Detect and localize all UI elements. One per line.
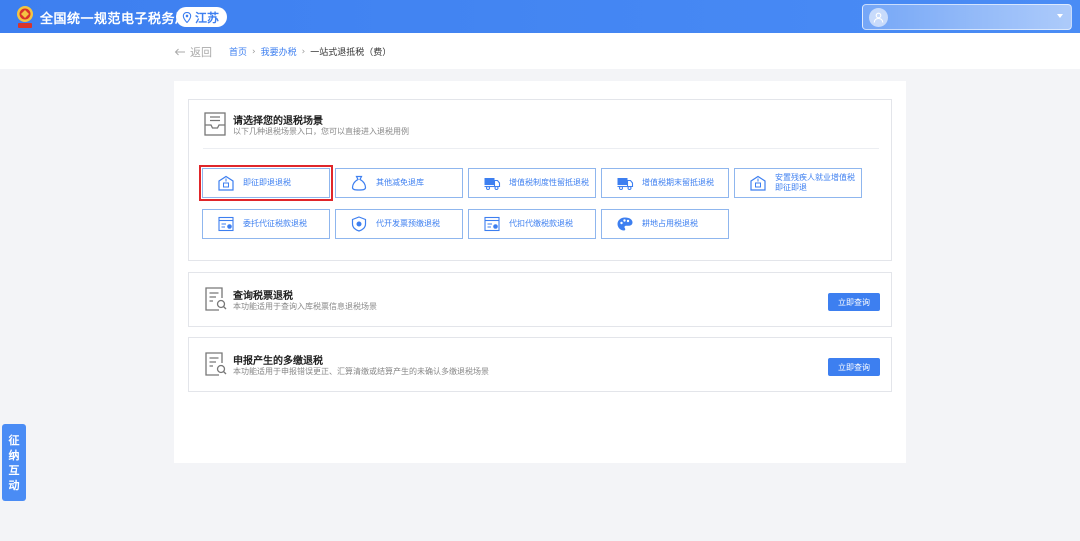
top-header: 全国统一规范电子税务局 江苏	[0, 0, 1080, 33]
region-label: 江苏	[195, 10, 220, 25]
declare-query-button[interactable]: 立即查询	[828, 358, 880, 376]
bill-icon	[218, 216, 234, 232]
scenario-card-title: 请选择您的退税场景	[233, 116, 323, 127]
user-menu[interactable]	[862, 4, 1072, 30]
declare-card-title: 申报产生的多缴退税	[233, 356, 323, 367]
declare-overpayment-card: 申报产生的多缴退税 本功能适用于申报错误更正、汇算清缴或结算产生的未确认多缴退税…	[188, 337, 892, 392]
scenario-invoice-prepayment[interactable]: 代开发票预缴退税	[335, 209, 463, 239]
scenario-card: 请选择您的退税场景 以下几种退税场景入口，您可以直接进入退税用例 即征即退退税 …	[188, 99, 892, 261]
scenario-label: 委托代征税款退税	[243, 219, 307, 228]
palette-icon	[617, 217, 633, 231]
money-bag-icon	[351, 175, 367, 191]
scenario-immediate-refund[interactable]: 即征即退退税	[199, 165, 333, 201]
avatar	[869, 8, 888, 27]
breadcrumb-bar: 返回 首页 › 我要办税 › 一站式退抵税（费）	[0, 33, 1080, 69]
shield-icon	[351, 216, 367, 232]
divider	[203, 148, 879, 149]
side-tab-char: 征	[8, 433, 20, 447]
back-label: 返回	[190, 46, 212, 59]
side-tab-char: 互	[8, 463, 20, 477]
scenario-label: 耕地占用税退税	[642, 219, 698, 228]
main-panel: 请选择您的退税场景 以下几种退税场景入口，您可以直接进入退税用例 即征即退退税 …	[174, 81, 906, 463]
breadcrumb: 首页 › 我要办税 › 一站式退抵税（费）	[229, 45, 392, 59]
back-button[interactable]: 返回	[174, 44, 212, 60]
scenario-card-desc: 以下几种退税场景入口，您可以直接进入退税用例	[233, 127, 409, 136]
arrow-left-icon	[174, 48, 185, 56]
scenario-withholding[interactable]: 代扣代缴税款退税	[468, 209, 596, 239]
truck-icon	[617, 178, 634, 190]
scenario-institutional-vat[interactable]: 增值税制度性留抵退税	[468, 168, 596, 198]
location-pin-icon	[182, 11, 192, 23]
query-card-desc: 本功能适用于查询入库税票信息退税场景	[233, 302, 377, 311]
building-icon	[218, 175, 234, 191]
region-selector[interactable]: 江苏	[176, 7, 228, 27]
scenario-label: 即征即退退税	[243, 178, 291, 187]
document-search-icon	[205, 352, 227, 376]
scenario-label: 增值税期末留抵退税	[642, 178, 714, 187]
chevron-down-icon[interactable]	[1057, 14, 1063, 18]
tax-emblem-icon	[17, 6, 33, 28]
scenario-end-period-vat[interactable]: 增值税期末留抵退税	[601, 168, 729, 198]
query-receipt-card: 查询税票退税 本功能适用于查询入库税票信息退税场景 立即查询	[188, 272, 892, 327]
breadcrumb-tax-services[interactable]: 我要办税	[261, 45, 297, 58]
scenario-disabled-employment-vat[interactable]: 安置残疾人就业增值税即征即退	[734, 168, 862, 198]
declare-card-desc: 本功能适用于申报错误更正、汇算清缴或结算产生的未确认多缴退税场景	[233, 367, 489, 376]
inbox-tray-icon	[204, 112, 226, 136]
scenario-entrusted-collection[interactable]: 委托代征税款退税	[202, 209, 330, 239]
breadcrumb-current: 一站式退抵税（费）	[310, 48, 392, 58]
bill-icon	[484, 216, 500, 232]
side-tab-char: 动	[8, 478, 20, 492]
scenario-label: 代开发票预缴退税	[376, 219, 440, 228]
breadcrumb-home[interactable]: 首页	[229, 45, 247, 58]
building-icon	[750, 175, 766, 191]
query-card-title: 查询税票退税	[233, 291, 293, 302]
breadcrumb-separator: ›	[301, 46, 306, 57]
truck-icon	[484, 178, 501, 190]
interaction-side-tab[interactable]: 征 纳 互 动	[2, 424, 26, 501]
scenario-label: 安置残疾人就业增值税即征即退	[775, 173, 855, 192]
document-search-icon	[205, 287, 227, 311]
side-tab-char: 纳	[8, 448, 20, 462]
scenario-label: 增值税制度性留抵退税	[509, 178, 589, 187]
scenario-farmland-tax[interactable]: 耕地占用税退税	[601, 209, 729, 239]
scenario-label: 其他减免退库	[376, 178, 424, 187]
user-icon	[873, 12, 884, 23]
scenario-other-exemption[interactable]: 其他减免退库	[335, 168, 463, 198]
site-title[interactable]: 全国统一规范电子税务局	[40, 8, 189, 27]
scenario-label: 代扣代缴税款退税	[509, 219, 573, 228]
breadcrumb-separator: ›	[252, 46, 256, 57]
query-now-button[interactable]: 立即查询	[828, 293, 880, 311]
